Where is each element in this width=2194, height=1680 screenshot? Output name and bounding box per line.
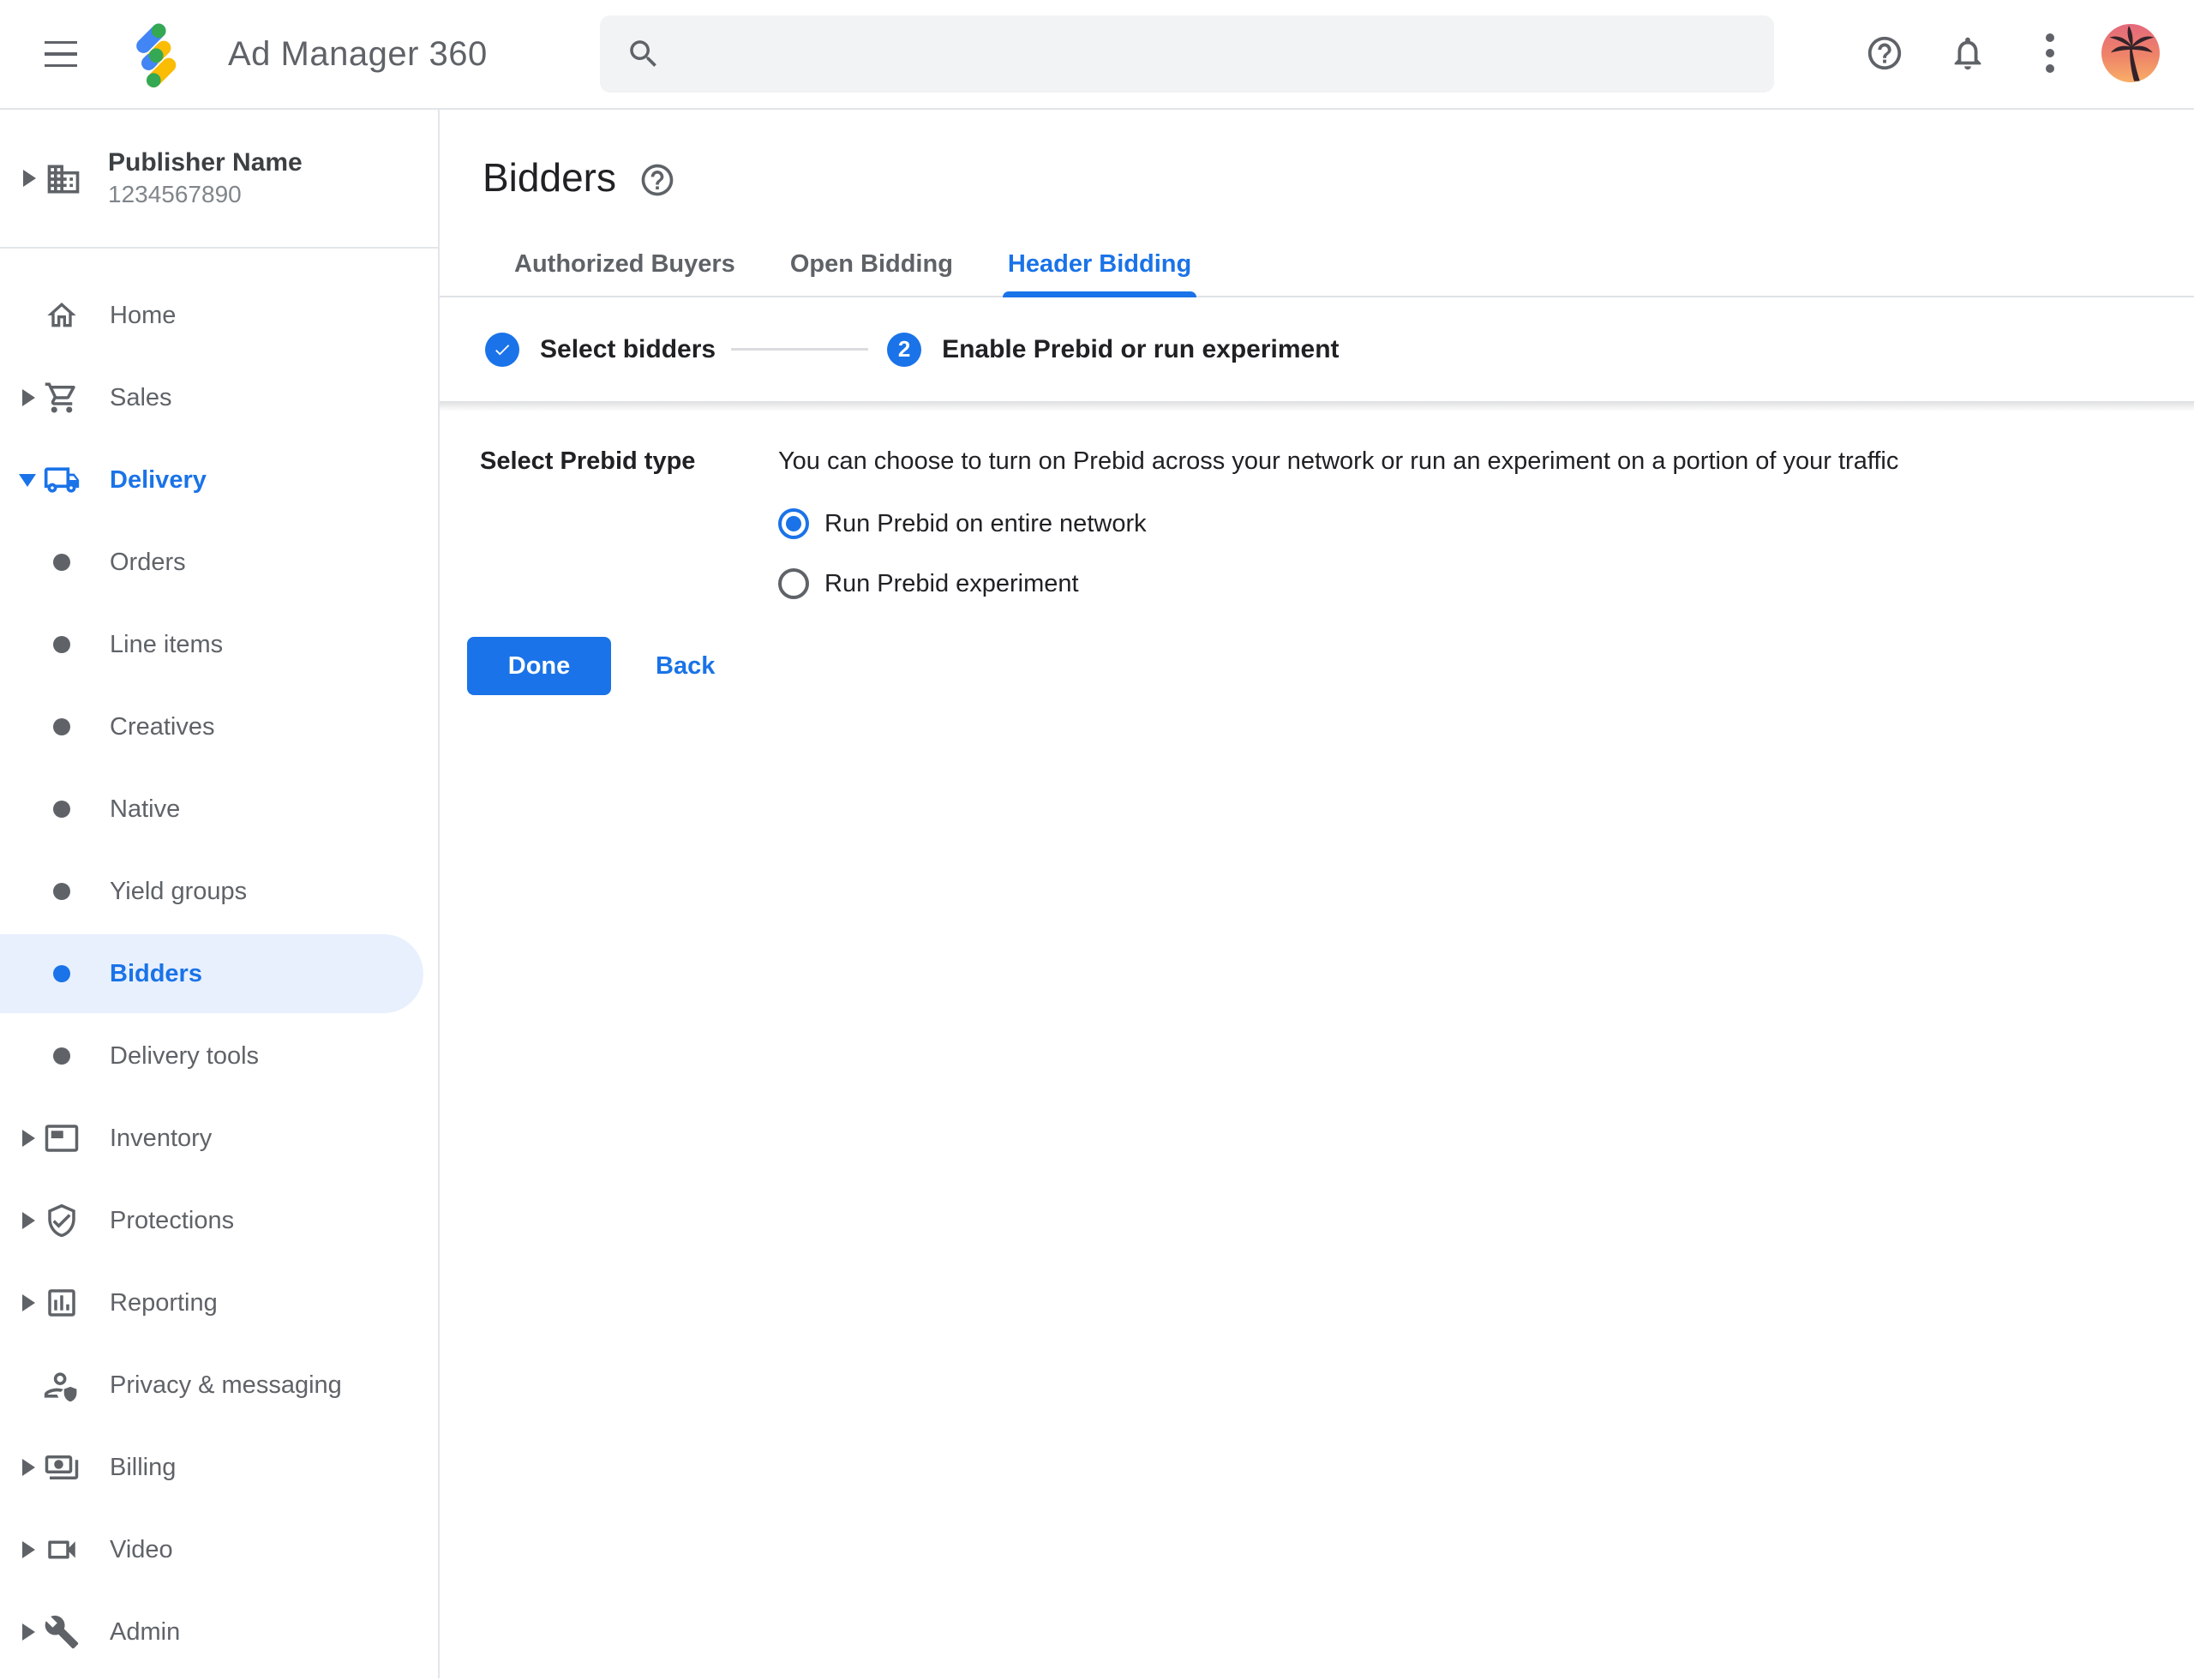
top-app-bar: Ad Manager 360 bbox=[0, 0, 2194, 110]
sidebar-item-protections[interactable]: Protections bbox=[0, 1179, 438, 1262]
main-content: Bidders Authorized Buyers Open Bidding H… bbox=[440, 110, 2194, 1678]
back-button[interactable]: Back bbox=[656, 652, 715, 681]
step-enable-prebid[interactable]: 2 Enable Prebid or run experiment bbox=[887, 333, 1339, 367]
bullet-icon bbox=[53, 718, 70, 735]
step-check-icon bbox=[493, 340, 512, 359]
prebid-type-section: Select Prebid type You can choose to tur… bbox=[440, 444, 2194, 599]
step-select-bidders[interactable]: Select bidders bbox=[485, 333, 716, 367]
sidebar-item-billing[interactable]: Billing bbox=[0, 1426, 438, 1509]
sidebar-item-creatives[interactable]: Creatives bbox=[0, 686, 438, 768]
sidebar-item-line-items[interactable]: Line items bbox=[0, 603, 438, 686]
publisher-id: 1234567890 bbox=[108, 180, 303, 209]
form-description: You can choose to turn on Prebid across … bbox=[778, 444, 1898, 478]
bar-chart-icon bbox=[43, 1284, 81, 1322]
sidebar-item-video[interactable]: Video bbox=[0, 1509, 438, 1591]
shopping-cart-icon bbox=[43, 379, 81, 417]
expand-arrow-icon bbox=[22, 1294, 35, 1311]
search-bar[interactable] bbox=[600, 15, 1774, 93]
sidebar-item-delivery[interactable]: Delivery bbox=[0, 439, 438, 521]
step-completed-circle bbox=[485, 333, 519, 367]
more-options-icon bbox=[2046, 30, 2054, 76]
ad-manager-logo-icon bbox=[123, 17, 192, 91]
payments-icon bbox=[43, 1449, 81, 1486]
publisher-building-icon bbox=[45, 160, 82, 198]
sidebar-item-sales[interactable]: Sales bbox=[0, 357, 438, 439]
home-icon bbox=[43, 297, 81, 334]
tab-header-bidding[interactable]: Header Bidding bbox=[1008, 250, 1191, 296]
bullet-icon bbox=[53, 1047, 70, 1065]
search-icon bbox=[626, 36, 662, 72]
publisher-account-selector[interactable]: Publisher Name 1234567890 bbox=[0, 110, 438, 249]
step-label: Select bidders bbox=[540, 335, 716, 364]
sidebar-item-bidders[interactable]: Bidders bbox=[0, 933, 438, 1015]
bullet-icon bbox=[53, 554, 70, 571]
bullet-icon bbox=[53, 883, 70, 900]
sidebar-item-native[interactable]: Native bbox=[0, 768, 438, 850]
sidebar-item-orders[interactable]: Orders bbox=[0, 521, 438, 603]
done-button[interactable]: Done bbox=[467, 637, 611, 695]
radio-unselected-icon[interactable] bbox=[778, 568, 809, 599]
help-button[interactable] bbox=[1864, 33, 1905, 74]
bullet-icon bbox=[53, 801, 70, 818]
user-avatar[interactable] bbox=[2101, 24, 2160, 82]
app-name: Ad Manager 360 bbox=[228, 35, 488, 74]
collapse-arrow-icon bbox=[19, 474, 36, 487]
expand-arrow-icon bbox=[22, 1541, 35, 1558]
sidebar: Publisher Name 1234567890 Home Sales bbox=[0, 110, 440, 1678]
publisher-name: Publisher Name bbox=[108, 147, 303, 178]
sidebar-item-admin[interactable]: Admin bbox=[0, 1591, 438, 1673]
more-options-button[interactable] bbox=[2029, 33, 2071, 74]
shield-check-icon bbox=[43, 1202, 81, 1239]
notifications-bell-icon bbox=[1948, 33, 1987, 73]
wrench-icon bbox=[43, 1613, 81, 1651]
radio-selected-icon[interactable] bbox=[778, 508, 809, 539]
help-icon bbox=[1865, 33, 1904, 73]
sidebar-item-inventory[interactable]: Inventory bbox=[0, 1097, 438, 1179]
form-section-label: Select Prebid type bbox=[480, 444, 778, 599]
form-actions: Done Back bbox=[440, 637, 2194, 695]
tab-open-bidding[interactable]: Open Bidding bbox=[790, 250, 953, 296]
page-header: Bidders bbox=[483, 154, 2194, 201]
sidebar-item-reporting[interactable]: Reporting bbox=[0, 1262, 438, 1344]
expand-arrow-icon[interactable] bbox=[23, 170, 36, 187]
sidebar-item-privacy-messaging[interactable]: Privacy & messaging bbox=[0, 1344, 438, 1426]
sidebar-item-home[interactable]: Home bbox=[0, 274, 438, 357]
page-title: Bidders bbox=[483, 154, 616, 201]
videocam-icon bbox=[43, 1531, 81, 1569]
expand-arrow-icon bbox=[22, 1459, 35, 1476]
search-input[interactable] bbox=[662, 15, 1774, 93]
expand-arrow-icon bbox=[22, 1212, 35, 1229]
notifications-button[interactable] bbox=[1947, 33, 1988, 74]
sidebar-item-delivery-tools[interactable]: Delivery tools bbox=[0, 1015, 438, 1097]
expand-arrow-icon bbox=[22, 1130, 35, 1147]
app-logo[interactable]: Ad Manager 360 bbox=[123, 17, 488, 91]
menu-button[interactable] bbox=[45, 37, 79, 71]
radio-run-prebid-entire-network[interactable]: Run Prebid on entire network bbox=[778, 508, 1898, 539]
tab-authorized-buyers[interactable]: Authorized Buyers bbox=[514, 250, 735, 296]
sidebar-item-yield-groups[interactable]: Yield groups bbox=[0, 850, 438, 933]
radio-run-prebid-experiment[interactable]: Run Prebid experiment bbox=[778, 568, 1898, 599]
inventory-ad-unit-icon bbox=[43, 1119, 81, 1157]
palm-tree-avatar-image bbox=[2101, 24, 2160, 82]
sidebar-nav: Home Sales Delivery Orders bbox=[0, 249, 438, 1673]
bullet-icon bbox=[53, 965, 70, 982]
stepper-connector-line bbox=[731, 348, 868, 351]
page-title-help-icon[interactable] bbox=[638, 161, 676, 199]
delivery-truck-icon bbox=[43, 461, 81, 499]
expand-arrow-icon bbox=[22, 1623, 35, 1641]
step-label: Enable Prebid or run experiment bbox=[942, 335, 1339, 364]
step-number-circle: 2 bbox=[887, 333, 921, 367]
tab-bar: Authorized Buyers Open Bidding Header Bi… bbox=[440, 250, 2194, 297]
person-shield-icon bbox=[43, 1366, 81, 1404]
expand-arrow-icon bbox=[22, 389, 35, 406]
bullet-icon bbox=[53, 636, 70, 653]
stepper: Select bidders 2 Enable Prebid or run ex… bbox=[440, 297, 2194, 403]
